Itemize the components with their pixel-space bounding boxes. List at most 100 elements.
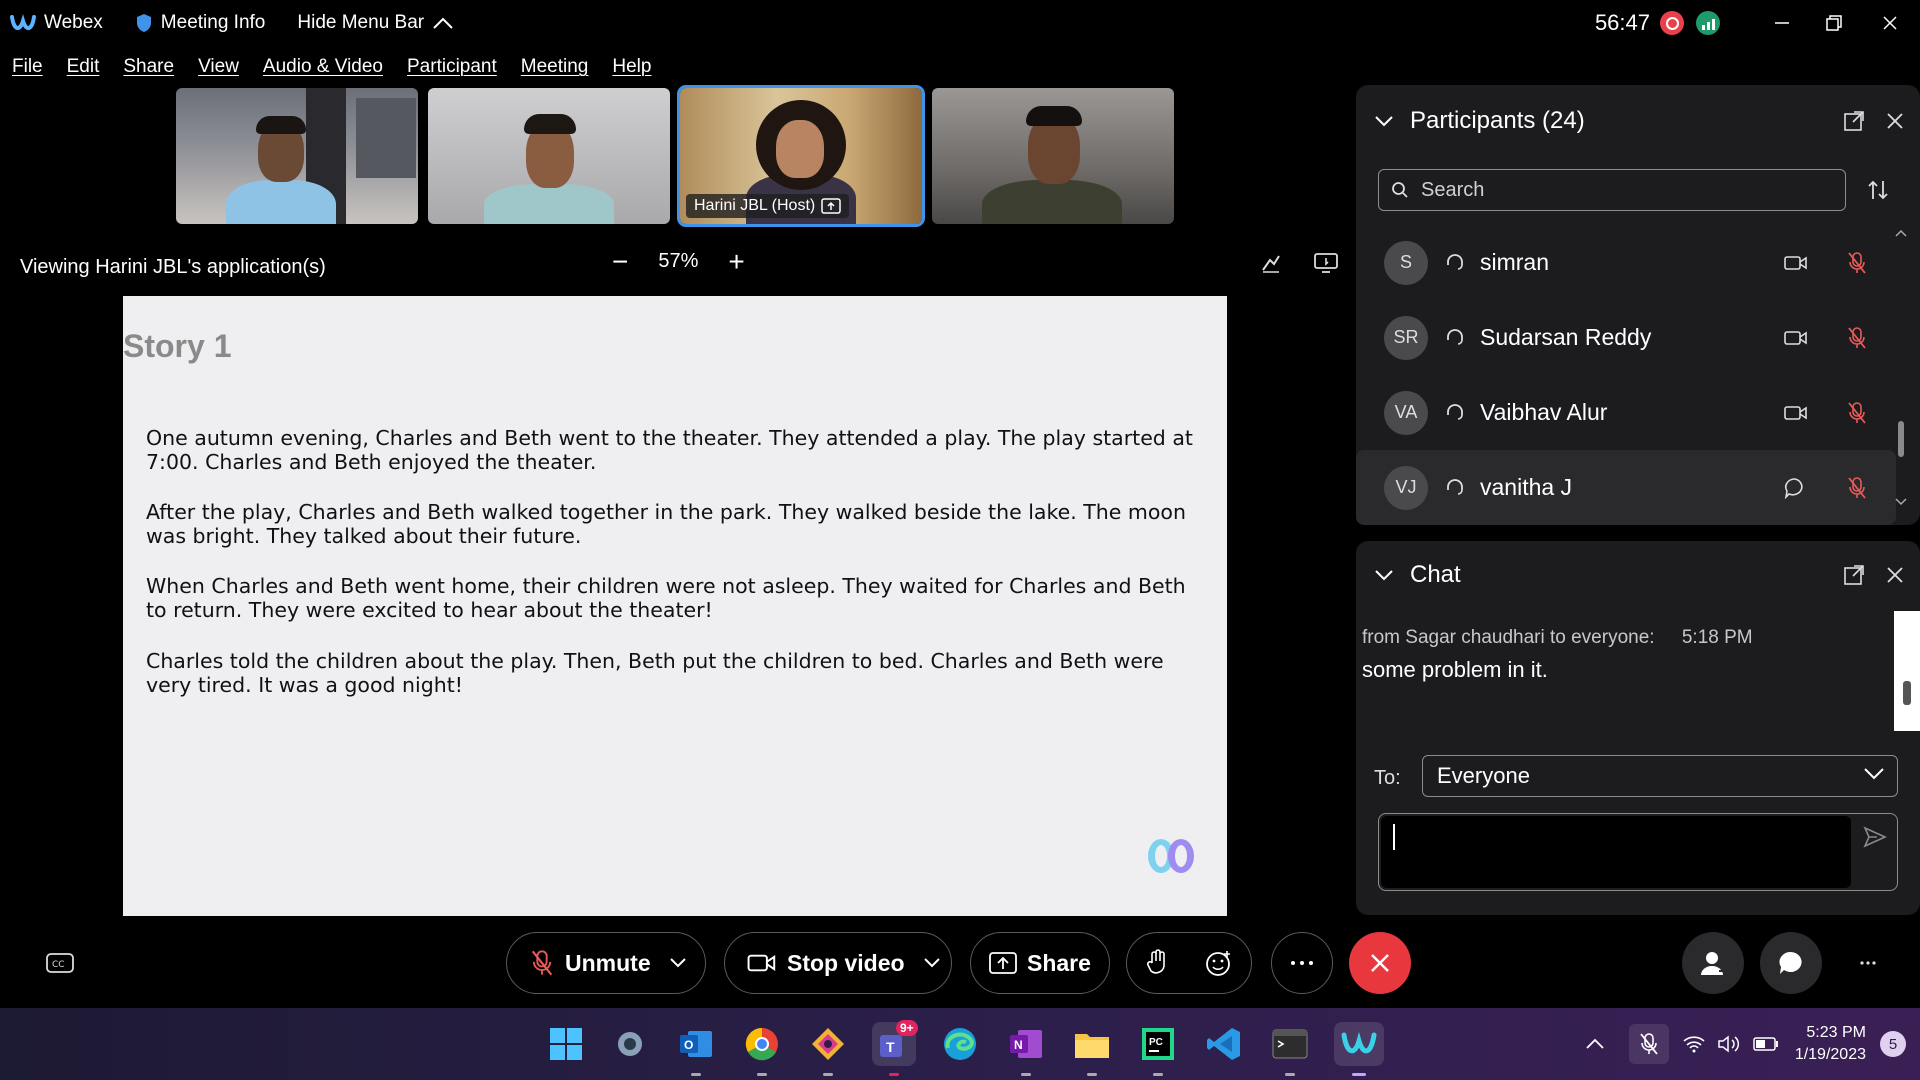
taskbar-teams[interactable]: T 9+ — [872, 1020, 918, 1076]
recipient-select[interactable]: Everyone — [1422, 755, 1898, 797]
annotate-icon[interactable] — [1260, 252, 1282, 274]
taskbar-vscode[interactable] — [1202, 1022, 1246, 1066]
participant-row[interactable]: VJ vanitha J — [1356, 450, 1896, 525]
headset-icon — [1447, 403, 1463, 420]
taskbar-chrome[interactable] — [740, 1022, 784, 1076]
chevron-down-icon[interactable] — [923, 957, 941, 969]
video-thumbnail-host[interactable]: Harini JBL (Host) — [677, 85, 925, 227]
minimize-button[interactable] — [1756, 0, 1808, 46]
reactions-group — [1126, 932, 1252, 994]
participant-scrollbar[interactable] — [1894, 225, 1908, 515]
taskbar-pycharm[interactable]: PC — [1136, 1022, 1180, 1076]
network-health-icon[interactable] — [1696, 11, 1720, 35]
chevron-up-icon[interactable] — [1585, 1038, 1605, 1050]
more-icon[interactable] — [1860, 961, 1876, 965]
participants-header[interactable]: Participants (24) — [1374, 107, 1585, 135]
app-name: Webex — [44, 12, 103, 33]
more-options-button[interactable] — [1271, 932, 1333, 994]
volume-icon[interactable] — [1717, 1034, 1741, 1054]
video-icon[interactable] — [1784, 404, 1808, 422]
share-button[interactable]: Share — [970, 932, 1110, 994]
chat-button[interactable] — [1760, 932, 1822, 994]
leave-meeting-button[interactable] — [1349, 932, 1411, 994]
chat-message-input[interactable] — [1378, 813, 1898, 891]
video-thumbnail[interactable] — [428, 88, 670, 224]
taskbar-onenote[interactable]: N — [1004, 1022, 1048, 1076]
video-icon[interactable] — [1784, 329, 1808, 347]
gear-icon — [618, 1032, 642, 1056]
participant-row[interactable]: S simran — [1356, 225, 1896, 300]
close-icon[interactable] — [1886, 112, 1904, 130]
folder-icon — [1075, 1034, 1109, 1058]
video-thumbnail[interactable] — [176, 88, 418, 224]
chat-panel: Chat from Sagar chaudhari to everyone: 5… — [1356, 541, 1920, 915]
mic-muted-icon[interactable] — [1846, 326, 1868, 350]
notification-badge[interactable]: 5 — [1880, 1031, 1906, 1057]
taskbar-webex[interactable] — [1334, 1022, 1384, 1076]
svg-text:PC: PC — [1149, 1037, 1163, 1048]
svg-text:O: O — [684, 1038, 693, 1052]
scroll-up-icon[interactable] — [1894, 228, 1908, 238]
chat-scrollbar[interactable] — [1894, 611, 1920, 731]
chevron-down-icon — [1864, 768, 1884, 780]
close-icon[interactable] — [1886, 566, 1904, 584]
video-icon[interactable] — [1784, 254, 1808, 272]
close-window-button[interactable] — [1860, 0, 1920, 46]
video-thumbnail[interactable] — [932, 88, 1174, 224]
zoom-in-button[interactable]: + — [728, 247, 744, 275]
participant-search-input[interactable]: Search — [1378, 169, 1846, 211]
chevron-down-icon[interactable] — [1374, 115, 1394, 127]
send-icon[interactable] — [1863, 826, 1887, 848]
participant-row[interactable]: SR Sudarsan Reddy — [1356, 300, 1896, 375]
closed-captions-icon[interactable]: CC — [46, 952, 74, 974]
battery-icon[interactable] — [1753, 1037, 1779, 1051]
menu-participant[interactable]: Participant — [407, 56, 497, 78]
chevron-down-icon[interactable] — [669, 957, 687, 969]
menu-view[interactable]: View — [198, 56, 239, 78]
chat-message-time: 5:18 PM — [1681, 627, 1753, 648]
mic-muted-icon[interactable] — [1846, 401, 1868, 425]
hide-menu-bar-button[interactable]: Hide Menu Bar — [297, 12, 462, 34]
menu-edit[interactable]: Edit — [67, 56, 100, 78]
taskbar-snipping-tool[interactable] — [806, 1022, 850, 1076]
popout-icon[interactable] — [1844, 565, 1864, 585]
reaction-icon[interactable] — [1205, 949, 1233, 977]
meeting-info-button[interactable]: Meeting Info — [135, 12, 265, 34]
title-bar: Webex Meeting Info Hide Menu Bar 56:47 — [0, 0, 1920, 46]
taskbar-settings[interactable] — [608, 1022, 652, 1066]
system-clock[interactable]: 5:23 PM 1/19/2023 — [1795, 1022, 1866, 1066]
unmute-button[interactable]: Unmute — [506, 932, 706, 994]
svg-text:CC: CC — [52, 960, 65, 970]
menu-help[interactable]: Help — [612, 56, 651, 78]
scroll-down-icon[interactable] — [1894, 497, 1908, 507]
zoom-out-button[interactable]: − — [612, 247, 628, 275]
chat-header[interactable]: Chat — [1374, 561, 1461, 589]
chat-icon[interactable] — [1784, 477, 1806, 499]
start-button[interactable] — [544, 1022, 588, 1066]
taskbar-terminal[interactable] — [1268, 1022, 1312, 1076]
menu-meeting[interactable]: Meeting — [521, 56, 589, 78]
taskbar-file-explorer[interactable] — [1070, 1022, 1114, 1076]
story-paragraph: Charles told the children about the play… — [146, 649, 1164, 697]
recording-icon[interactable] — [1660, 11, 1684, 35]
stop-video-button[interactable]: Stop video — [724, 932, 952, 994]
taskbar-outlook[interactable]: O — [674, 1022, 718, 1076]
menu-share[interactable]: Share — [123, 56, 174, 78]
vscode-icon — [1207, 1028, 1240, 1060]
taskbar-edge[interactable] — [938, 1022, 982, 1066]
mic-status[interactable] — [1628, 1024, 1669, 1064]
participants-button[interactable] — [1682, 932, 1744, 994]
wifi-icon[interactable] — [1683, 1035, 1705, 1053]
mic-muted-icon[interactable] — [1846, 251, 1868, 275]
menu-audio-video[interactable]: Audio & Video — [263, 56, 383, 78]
sort-icon[interactable] — [1866, 179, 1890, 201]
raise-hand-icon[interactable] — [1145, 949, 1169, 977]
menu-file[interactable]: File — [12, 56, 43, 78]
popout-icon[interactable] — [1844, 111, 1864, 131]
share-screen-icon — [989, 952, 1017, 974]
participant-row[interactable]: VA Vaibhav Alur — [1356, 375, 1896, 450]
remote-control-icon[interactable] — [1314, 252, 1338, 274]
restore-button[interactable] — [1808, 0, 1860, 46]
mic-muted-icon[interactable] — [1846, 476, 1868, 500]
chevron-down-icon[interactable] — [1374, 569, 1394, 581]
